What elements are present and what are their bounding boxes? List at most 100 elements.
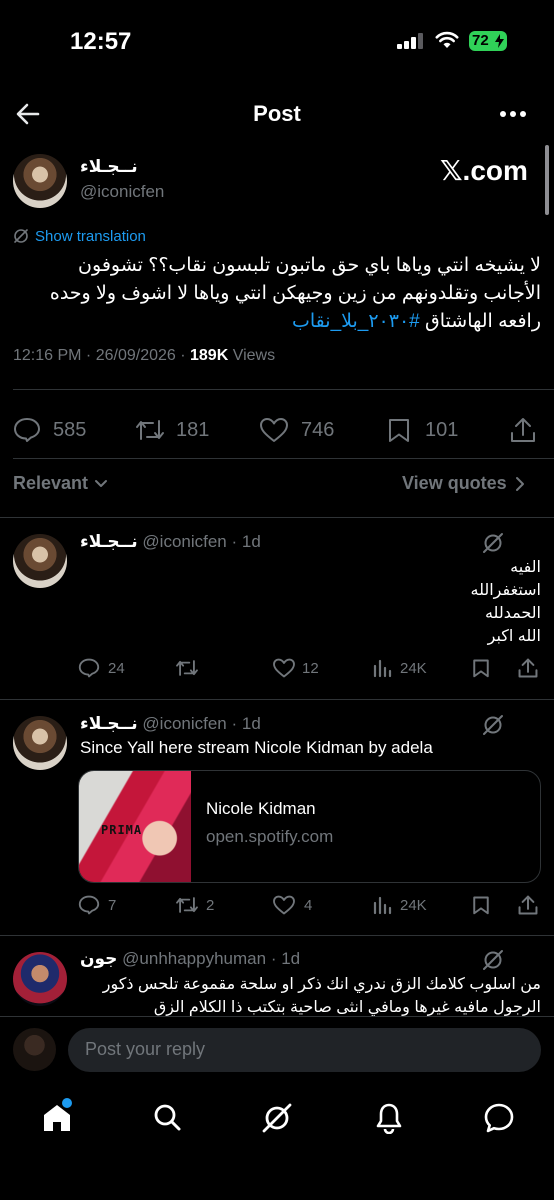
more-options-button[interactable] <box>498 104 530 124</box>
sort-relevant-dropdown[interactable]: Relevant <box>13 473 109 494</box>
show-translation-link[interactable]: Show translation <box>13 226 146 246</box>
reply-header: جون @unhhappyhuman · 1d <box>80 949 300 969</box>
nav-messages[interactable] <box>483 1102 515 1134</box>
chat-bubble-icon <box>484 1103 514 1133</box>
grok-icon <box>262 1103 292 1133</box>
battery-level: 72 <box>472 32 489 49</box>
reply-time: · 1d <box>270 949 301 968</box>
views-icon <box>373 659 392 678</box>
bookmark-icon <box>473 896 489 915</box>
grok-icon[interactable] <box>482 949 504 971</box>
heart-icon <box>273 658 295 678</box>
bookmark-action[interactable] <box>472 895 490 915</box>
divider <box>13 389 554 390</box>
reply-text-line: الله اكبر <box>487 628 541 645</box>
bell-icon <box>376 1103 402 1134</box>
views-label: Views <box>228 347 276 364</box>
reply-icon <box>14 418 40 442</box>
link-card[interactable]: PRIMA Nicole Kidman open.spotify.com <box>78 770 541 883</box>
share-action[interactable] <box>518 657 538 679</box>
nav-home[interactable] <box>41 1098 73 1134</box>
views-count: 24K <box>400 659 427 677</box>
reply-action[interactable]: 7 <box>78 895 116 915</box>
bookmark-action[interactable]: 101 <box>387 417 458 443</box>
status-bar: 12:57 72 <box>0 0 554 80</box>
reply-author-name[interactable]: نــجـلاء <box>80 714 138 733</box>
views-count: 24K <box>400 896 427 914</box>
reply-text-line: الفيه <box>510 559 541 576</box>
bookmark-icon <box>473 659 489 678</box>
bookmark-action[interactable] <box>472 658 490 678</box>
reply-author-name[interactable]: جون <box>80 949 117 968</box>
more-icon <box>500 111 526 117</box>
reply-item[interactable]: نــجـلاء @iconicfen · 1d الفيه استغفرالل… <box>0 518 554 699</box>
author-handle[interactable]: @iconicfen <box>80 182 164 202</box>
like-action[interactable]: 746 <box>259 417 334 443</box>
share-icon <box>518 895 538 915</box>
post-text-line1: لا يشيخه انتي وياها باي حق ماتبون تلبسون… <box>78 255 541 276</box>
hashtag-link[interactable]: #٢٠٣٠_بلا_نقاب <box>292 311 420 332</box>
post-text: لا يشيخه انتي وياها باي حق ماتبون تلبسون… <box>13 252 541 336</box>
post-text-line3-prefix: رافعه الهاشتاق <box>419 311 541 332</box>
nav-explore[interactable] <box>152 1102 182 1132</box>
reply-icon <box>78 658 100 678</box>
reply-header: نــجـلاء @iconicfen · 1d <box>80 532 261 552</box>
views-count[interactable]: 189K <box>190 347 228 364</box>
reply-author-handle[interactable]: @iconicfen <box>142 714 226 733</box>
post-meta: 12:16 PM · 26/09/2026 · 189K Views <box>13 347 275 365</box>
like-action[interactable]: 4 <box>272 895 312 915</box>
reply-text-line: الرجول مافيه غيرها ومافي انثى صاحية بتكت… <box>153 999 541 1016</box>
reply-item[interactable]: جون @unhhappyhuman · 1d من اسلوب كلامك ا… <box>0 936 554 1016</box>
share-action[interactable] <box>518 894 538 916</box>
reply-avatar[interactable] <box>13 716 67 770</box>
scrollbar[interactable] <box>545 145 549 215</box>
sort-relevant-label: Relevant <box>13 473 89 493</box>
link-card-title: Nicole Kidman <box>206 799 316 818</box>
notification-dot <box>62 1098 72 1108</box>
grok-icon[interactable] <box>482 532 504 554</box>
link-card-domain: open.spotify.com <box>206 827 334 846</box>
reply-count: 7 <box>108 896 117 914</box>
view-quotes-link[interactable]: View quotes <box>402 473 527 494</box>
bottom-nav <box>0 1088 554 1200</box>
reply-text-line: الحمدلله <box>484 605 541 622</box>
reply-author-name[interactable]: نــجـلاء <box>80 532 138 551</box>
reply-text: الفيه استغفرالله الحمدلله الله اكبر <box>80 556 541 648</box>
grok-icon[interactable] <box>482 714 504 736</box>
reply-author-handle[interactable]: @iconicfen <box>142 532 226 551</box>
repost-action[interactable] <box>174 658 200 678</box>
reply-action[interactable]: 24 <box>78 658 125 678</box>
link-card-image: PRIMA <box>79 771 191 882</box>
author-avatar[interactable] <box>13 154 67 208</box>
reply-avatar[interactable] <box>13 952 67 1006</box>
repost-action[interactable]: 2 <box>174 895 214 915</box>
like-action[interactable]: 12 <box>272 658 319 678</box>
repost-action[interactable]: 181 <box>134 417 209 443</box>
battery-icon: 72 <box>469 31 507 51</box>
repost-count: 2 <box>206 896 215 914</box>
divider <box>13 458 554 459</box>
views-action[interactable]: 24K <box>372 895 427 915</box>
translate-icon <box>14 229 28 243</box>
reply-text-line: استغفرالله <box>470 582 541 599</box>
post-timestamp: 12:16 PM · 26/09/2026 · <box>13 347 190 364</box>
nav-grok[interactable] <box>261 1102 293 1134</box>
reply-action[interactable]: 585 <box>13 417 86 443</box>
views-icon <box>373 896 392 915</box>
share-action[interactable] <box>510 416 536 444</box>
bookmark-icon <box>389 419 409 442</box>
status-time: 12:57 <box>70 28 132 55</box>
page-title: Post <box>253 101 301 126</box>
reply-input[interactable]: Post your reply <box>68 1028 541 1072</box>
reply-actions: 24 12 24K <box>78 658 544 682</box>
reply-author-handle[interactable]: @unhhappyhuman <box>122 949 266 968</box>
views-action[interactable]: 24K <box>372 658 427 678</box>
reply-time: · 1d <box>231 714 261 733</box>
author-name[interactable]: نــجـلاء <box>80 157 138 177</box>
nav-notifications[interactable] <box>374 1102 404 1134</box>
chevron-down-icon <box>95 479 108 487</box>
reply-header: نــجـلاء @iconicfen · 1d <box>80 714 261 734</box>
reply-item[interactable]: نــجـلاء @iconicfen · 1d Since Yall here… <box>0 700 554 935</box>
reply-avatar[interactable] <box>13 534 67 588</box>
my-avatar[interactable] <box>13 1028 56 1071</box>
